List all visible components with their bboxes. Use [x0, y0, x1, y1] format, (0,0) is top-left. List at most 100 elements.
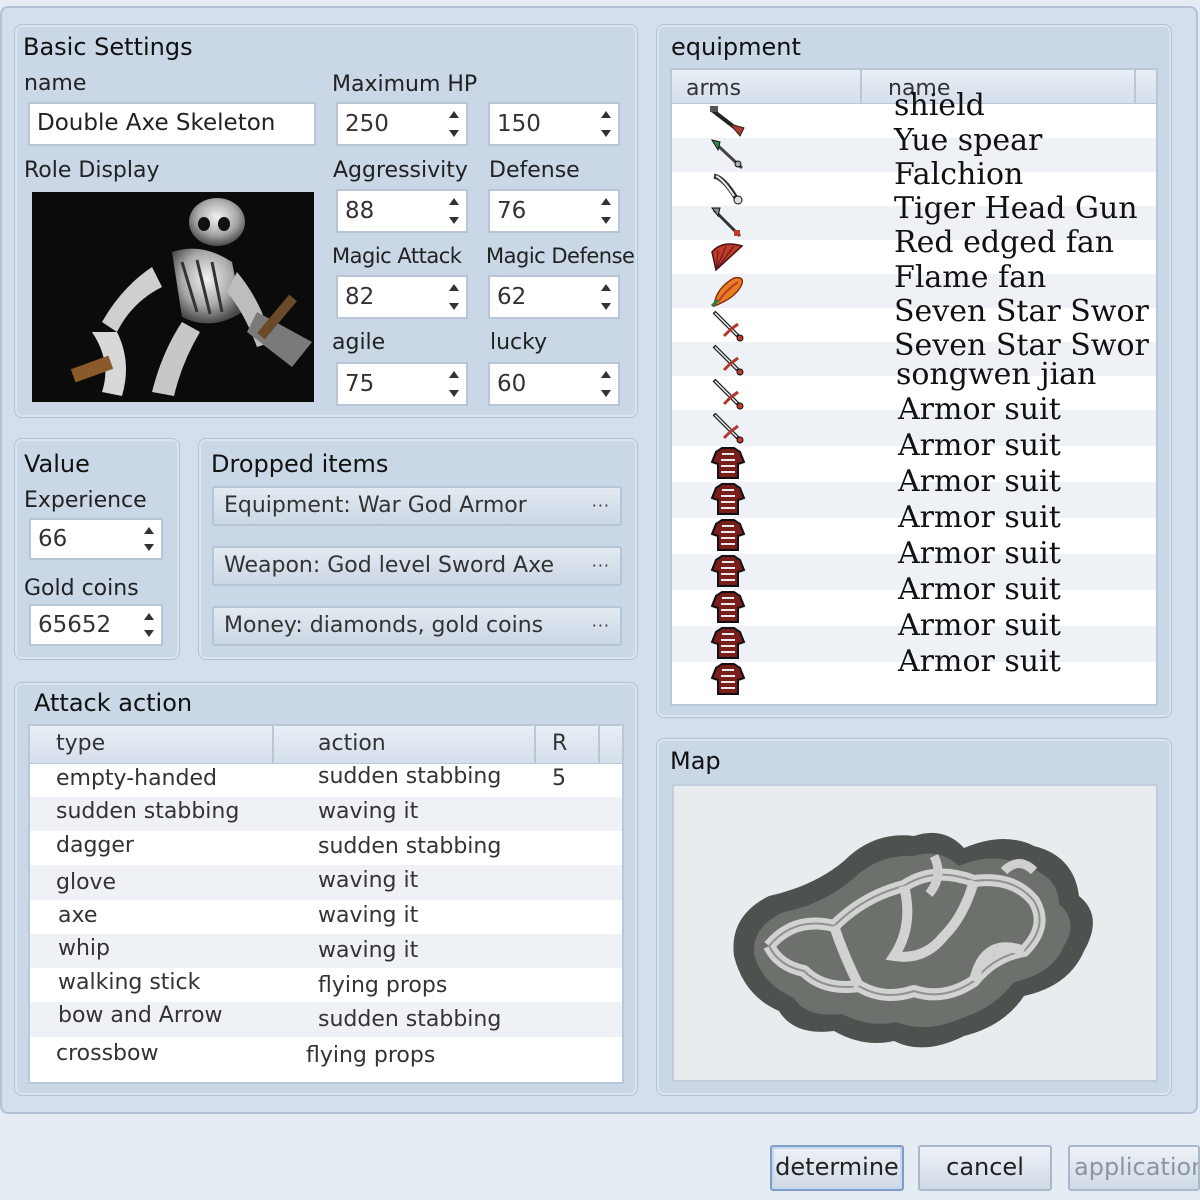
- spinner-arrows[interactable]: [598, 367, 614, 401]
- spin-down-icon[interactable]: [449, 390, 459, 397]
- determine-button[interactable]: determine: [770, 1145, 904, 1191]
- spin-down-icon[interactable]: [601, 303, 611, 310]
- spin-down-icon[interactable]: [601, 217, 611, 224]
- spinner-arrows[interactable]: [141, 609, 157, 641]
- col-header-type[interactable]: type: [30, 726, 274, 763]
- spin-down-icon[interactable]: [449, 217, 459, 224]
- equipment-name: shield: [894, 88, 985, 123]
- equipment-name: Falchion: [894, 157, 1024, 192]
- spinner-arrows[interactable]: [446, 280, 462, 314]
- defense-label: Defense: [489, 158, 580, 183]
- table-row[interactable]: empty-handed sudden stabbing 5: [30, 764, 622, 797]
- spin-up-icon[interactable]: [601, 284, 611, 291]
- spin-up-icon[interactable]: [449, 111, 459, 118]
- magic-attack-value: 82: [345, 284, 375, 310]
- aggressivity-value: 88: [345, 198, 375, 224]
- map-image[interactable]: [672, 784, 1158, 1082]
- dropped-item-weapon[interactable]: Weapon: God level Sword Axe ···: [212, 546, 622, 586]
- hp-spinner[interactable]: 150: [488, 102, 620, 146]
- fan-icon: [708, 240, 748, 274]
- dropped-items-title: Dropped items: [211, 450, 389, 478]
- table-row[interactable]: bow and Arrow sudden stabbing: [30, 1002, 622, 1037]
- table-row[interactable]: axe waving it: [30, 900, 622, 934]
- equipment-name: Armor suit: [898, 392, 1061, 427]
- experience-spinner[interactable]: 66: [29, 518, 163, 560]
- spin-up-icon[interactable]: [449, 198, 459, 205]
- spin-up-icon[interactable]: [601, 198, 611, 205]
- dropped-item-equipment[interactable]: Equipment: War God Armor ···: [212, 486, 622, 526]
- spinner-arrows[interactable]: [446, 367, 462, 401]
- spin-down-icon[interactable]: [449, 303, 459, 310]
- armor-icon: [708, 626, 748, 660]
- role-display-image: [30, 190, 316, 404]
- equipment-name: Armor suit: [898, 536, 1061, 571]
- spinner-arrows[interactable]: [141, 523, 157, 555]
- spinner-arrows[interactable]: [446, 194, 462, 228]
- maximum-hp-label: Maximum HP: [332, 72, 478, 97]
- spin-down-icon[interactable]: [449, 130, 459, 137]
- action-cell: sudden stabbing: [318, 764, 502, 789]
- gold-coins-spinner[interactable]: 65652: [29, 604, 163, 646]
- spin-up-icon[interactable]: [144, 527, 154, 534]
- r-cell: 5: [552, 766, 566, 791]
- armor-icon: [708, 590, 748, 624]
- agile-label: agile: [332, 330, 386, 355]
- name-field[interactable]: Double Axe Skeleton: [28, 102, 316, 146]
- application-button[interactable]: application: [1068, 1145, 1200, 1191]
- magic-attack-spinner[interactable]: 82: [336, 275, 468, 319]
- action-cell: sudden stabbing: [318, 834, 502, 859]
- spin-up-icon[interactable]: [601, 111, 611, 118]
- type-cell: sudden stabbing: [56, 799, 240, 824]
- spin-up-icon[interactable]: [601, 371, 611, 378]
- action-cell: flying props: [318, 973, 448, 998]
- magic-defense-spinner[interactable]: 62: [488, 275, 620, 319]
- spin-up-icon[interactable]: [449, 371, 459, 378]
- role-display-label: Role Display: [24, 158, 160, 183]
- more-icon[interactable]: ···: [592, 608, 610, 644]
- defense-spinner[interactable]: 76: [488, 189, 620, 233]
- agile-spinner[interactable]: 75: [336, 362, 468, 406]
- shield-icon: [708, 104, 748, 138]
- table-row[interactable]: whip waving it: [30, 934, 622, 968]
- col-header-action[interactable]: action: [274, 726, 536, 763]
- table-row[interactable]: sudden stabbing waving it: [30, 797, 622, 831]
- spinner-arrows[interactable]: [446, 107, 462, 141]
- value-title: Value: [24, 450, 90, 478]
- table-row[interactable]: walking stick flying props: [30, 968, 622, 1002]
- magic-attack-label: Magic Attack: [332, 244, 462, 268]
- dropped-item-label: Equipment: War God Armor: [224, 493, 527, 518]
- spinner-arrows[interactable]: [598, 280, 614, 314]
- spinner-arrows[interactable]: [598, 194, 614, 228]
- spin-down-icon[interactable]: [144, 630, 154, 637]
- hp-value: 150: [497, 111, 541, 137]
- more-icon[interactable]: ···: [592, 488, 610, 524]
- dropped-item-money[interactable]: Money: diamonds, gold coins ···: [212, 606, 622, 646]
- spin-down-icon[interactable]: [144, 544, 154, 551]
- equipment-table: arms name shield Yue spear Falchion Tiger H…: [670, 68, 1158, 706]
- col-header-r[interactable]: R: [536, 726, 600, 763]
- equipment-name: Yue spear: [894, 123, 1043, 158]
- table-row[interactable]: dagger sudden stabbing: [30, 831, 622, 865]
- armor-icon: [708, 554, 748, 588]
- experience-label: Experience: [24, 488, 147, 513]
- spin-up-icon[interactable]: [449, 284, 459, 291]
- spinner-arrows[interactable]: [598, 107, 614, 141]
- armor-icon: [708, 662, 748, 696]
- table-row[interactable]: crossbow flying props: [30, 1037, 622, 1073]
- attack-table-header: type action R: [30, 726, 622, 764]
- lucky-spinner[interactable]: 60: [488, 362, 620, 406]
- armor-icon: [708, 518, 748, 552]
- action-cell: waving it: [318, 903, 419, 928]
- maximum-value: 250: [345, 111, 389, 137]
- more-icon[interactable]: ···: [592, 548, 610, 584]
- spin-down-icon[interactable]: [601, 130, 611, 137]
- spin-down-icon[interactable]: [601, 390, 611, 397]
- spin-up-icon[interactable]: [144, 613, 154, 620]
- action-cell: sudden stabbing: [318, 1007, 502, 1032]
- col-header-arms[interactable]: arms: [672, 70, 862, 103]
- aggressivity-spinner[interactable]: 88: [336, 189, 468, 233]
- maximum-spinner[interactable]: 250: [336, 102, 468, 146]
- action-cell: waving it: [318, 938, 419, 963]
- table-row[interactable]: glove waving it: [30, 865, 622, 900]
- cancel-button[interactable]: cancel: [918, 1145, 1052, 1191]
